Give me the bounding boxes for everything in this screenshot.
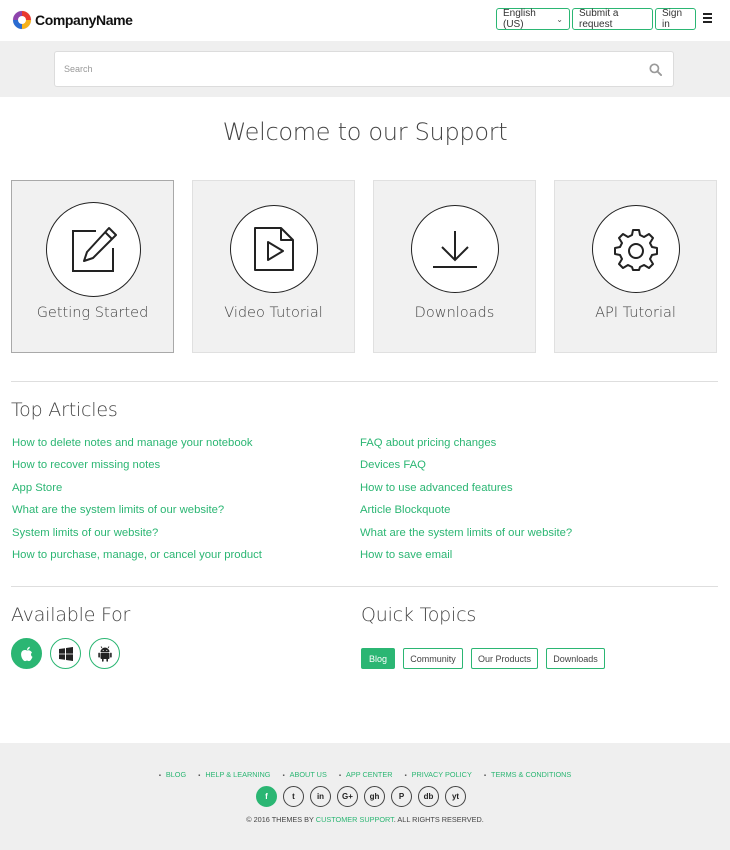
card-icon-circle bbox=[230, 205, 318, 293]
article-link[interactable]: FAQ about pricing changes bbox=[360, 437, 496, 449]
tag-community[interactable]: Community bbox=[403, 648, 463, 669]
card-icon-circle bbox=[46, 202, 141, 297]
search-band bbox=[0, 41, 730, 97]
article-link[interactable]: Devices FAQ bbox=[360, 459, 426, 471]
article-link[interactable]: How to use advanced features bbox=[360, 482, 513, 494]
apple-icon[interactable] bbox=[11, 638, 42, 669]
youtube-icon[interactable]: yt bbox=[445, 786, 466, 807]
card-label: API Tutorial bbox=[595, 305, 676, 321]
hamburger-menu-icon[interactable] bbox=[703, 13, 712, 25]
google-plus-icon[interactable]: G+ bbox=[337, 786, 358, 807]
card-api-tutorial[interactable]: API Tutorial bbox=[554, 180, 717, 353]
divider bbox=[11, 381, 718, 382]
submit-request-button[interactable]: Submit a request bbox=[572, 8, 653, 30]
copyright-prefix: © 2016 THEMES BY bbox=[246, 815, 314, 824]
card-getting-started[interactable]: Getting Started bbox=[11, 180, 174, 353]
card-icon-circle bbox=[411, 205, 499, 293]
video-file-icon bbox=[254, 227, 294, 271]
edit-icon bbox=[71, 226, 117, 272]
github-icon[interactable]: gh bbox=[364, 786, 385, 807]
card-label: Downloads bbox=[414, 305, 495, 321]
divider bbox=[11, 586, 718, 587]
article-link[interactable]: How to save email bbox=[360, 549, 452, 561]
article-link[interactable]: What are the system limits of our websit… bbox=[360, 527, 572, 539]
footer-link-blog[interactable]: BLOG bbox=[159, 770, 186, 779]
copyright-suffix: . ALL RIGHTS RESERVED. bbox=[393, 815, 484, 824]
search-icon[interactable] bbox=[649, 63, 662, 76]
windows-icon[interactable] bbox=[50, 638, 81, 669]
site-footer: BLOG HELP & LEARNING ABOUT US APP CENTER… bbox=[0, 743, 730, 850]
top-articles-title: Top Articles bbox=[11, 399, 118, 421]
card-video-tutorial[interactable]: Video Tutorial bbox=[192, 180, 355, 353]
article-link[interactable]: How to recover missing notes bbox=[12, 459, 160, 471]
dropbox-icon[interactable]: db bbox=[418, 786, 439, 807]
footer-link-app-center[interactable]: APP CENTER bbox=[339, 770, 393, 779]
twitter-icon[interactable]: t bbox=[283, 786, 304, 807]
card-label: Video Tutorial bbox=[224, 305, 323, 321]
chevron-down-icon: ⌄ bbox=[556, 14, 563, 24]
facebook-icon[interactable]: f bbox=[256, 786, 277, 807]
tag-our-products[interactable]: Our Products bbox=[471, 648, 538, 669]
footer-link-terms[interactable]: TERMS & CONDITIONS bbox=[484, 770, 571, 779]
article-link[interactable]: System limits of our website? bbox=[12, 527, 158, 539]
page-title: Welcome to our Support bbox=[222, 118, 508, 146]
logo[interactable]: CompanyName bbox=[12, 9, 133, 31]
article-link[interactable]: App Store bbox=[12, 482, 62, 494]
search-box bbox=[54, 51, 674, 87]
footer-link-help[interactable]: HELP & LEARNING bbox=[198, 770, 270, 779]
article-link[interactable]: Article Blockquote bbox=[360, 504, 450, 516]
tag-downloads[interactable]: Downloads bbox=[546, 648, 605, 669]
linkedin-icon[interactable]: in bbox=[310, 786, 331, 807]
available-for-title: Available For bbox=[11, 604, 131, 626]
pinterest-icon[interactable]: P bbox=[391, 786, 412, 807]
card-icon-circle bbox=[592, 205, 680, 293]
brand-name: CompanyName bbox=[35, 12, 133, 28]
language-select[interactable]: English (US) ⌄ bbox=[496, 8, 570, 30]
article-link[interactable]: How to delete notes and manage your note… bbox=[12, 437, 253, 449]
copyright: © 2016 THEMES BY CUSTOMER SUPPORT. ALL R… bbox=[0, 815, 730, 824]
android-icon[interactable] bbox=[89, 638, 120, 669]
tag-blog[interactable]: Blog bbox=[361, 648, 395, 669]
footer-links: BLOG HELP & LEARNING ABOUT US APP CENTER… bbox=[0, 770, 730, 779]
logo-icon bbox=[12, 10, 32, 30]
article-link[interactable]: How to purchase, manage, or cancel your … bbox=[12, 549, 262, 561]
copyright-link[interactable]: CUSTOMER SUPPORT bbox=[316, 815, 394, 824]
gear-icon bbox=[614, 229, 658, 271]
site-header: CompanyName English (US) ⌄ Submit a requ… bbox=[0, 0, 730, 41]
footer-link-about[interactable]: ABOUT US bbox=[283, 770, 327, 779]
card-downloads[interactable]: Downloads bbox=[373, 180, 536, 353]
card-label: Getting Started bbox=[36, 305, 149, 321]
download-icon bbox=[433, 231, 477, 268]
language-label: English (US) bbox=[503, 8, 536, 30]
article-link[interactable]: What are the system limits of our websit… bbox=[12, 504, 224, 516]
sign-in-button[interactable]: Sign in bbox=[655, 8, 696, 30]
footer-link-privacy[interactable]: PRIVACY POLICY bbox=[405, 770, 472, 779]
search-input[interactable] bbox=[64, 52, 624, 86]
quick-topics-title: Quick Topics bbox=[361, 604, 477, 626]
